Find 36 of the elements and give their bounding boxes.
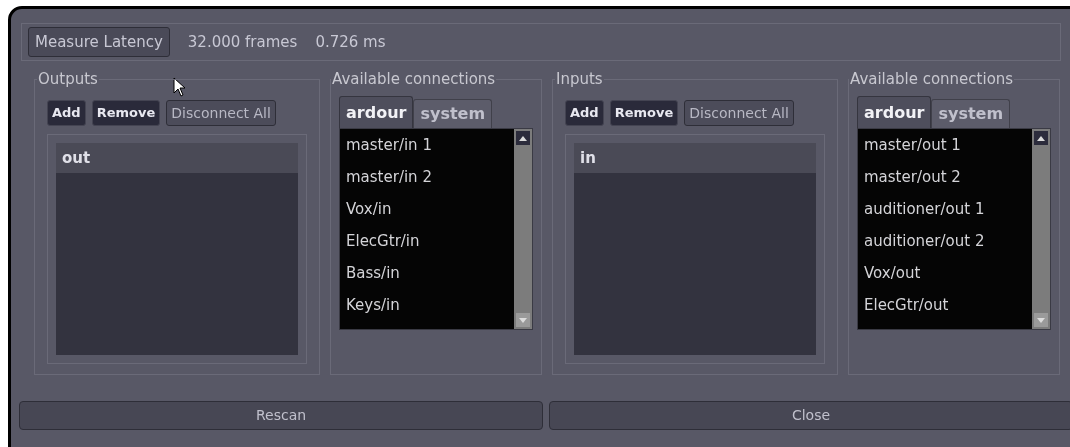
group-title: Outputs: [37, 69, 99, 89]
time-value: 0.726 ms: [315, 31, 386, 53]
tab[interactable]: ardour: [339, 96, 414, 128]
list-item[interactable]: auditioner/out 2: [858, 227, 1032, 259]
list-item[interactable]: auditioner/out 1: [858, 195, 1032, 227]
list-item[interactable]: master/in 1: [340, 131, 514, 163]
toolbar-button[interactable]: Remove: [91, 100, 161, 126]
group-title: Inputs: [555, 69, 604, 89]
scroll-up-icon[interactable]: [516, 131, 530, 145]
list-item[interactable]: master/out 2: [858, 163, 1032, 195]
toolbar-button[interactable]: Add: [47, 100, 86, 126]
footer-button[interactable]: Rescan: [19, 401, 543, 430]
footer-button[interactable]: Close: [549, 401, 1070, 430]
tab[interactable]: system: [413, 99, 493, 128]
toolbar-button[interactable]: Disconnect All: [684, 100, 794, 126]
frames-value: 32.000 frames: [187, 31, 298, 53]
list-item[interactable]: Keys/in: [340, 291, 514, 323]
toolbar-button[interactable]: Disconnect All: [166, 100, 276, 126]
list-header[interactable]: out: [56, 143, 298, 173]
list-item[interactable]: master/out 1: [858, 131, 1032, 163]
list-item[interactable]: ElecGtr/out: [858, 291, 1032, 323]
measure-latency-button[interactable]: Measure Latency: [28, 27, 170, 57]
tab[interactable]: system: [931, 99, 1011, 128]
scrollbar[interactable]: [514, 129, 532, 329]
list-item[interactable]: Vox/in: [340, 195, 514, 227]
tab[interactable]: ardour: [857, 96, 932, 128]
list-item[interactable]: Vox/out: [858, 259, 1032, 291]
toolbar-button[interactable]: Add: [565, 100, 604, 126]
list-item[interactable]: ElecGtr/in: [340, 227, 514, 259]
toolbar-button[interactable]: Remove: [609, 100, 679, 126]
cursor-icon: [173, 77, 187, 97]
scrollbar[interactable]: [1032, 129, 1050, 329]
scroll-up-icon[interactable]: [1034, 131, 1048, 145]
list-header[interactable]: in: [574, 143, 816, 173]
list-item[interactable]: master/in 2: [340, 163, 514, 195]
list-item[interactable]: Bass/in: [340, 259, 514, 291]
